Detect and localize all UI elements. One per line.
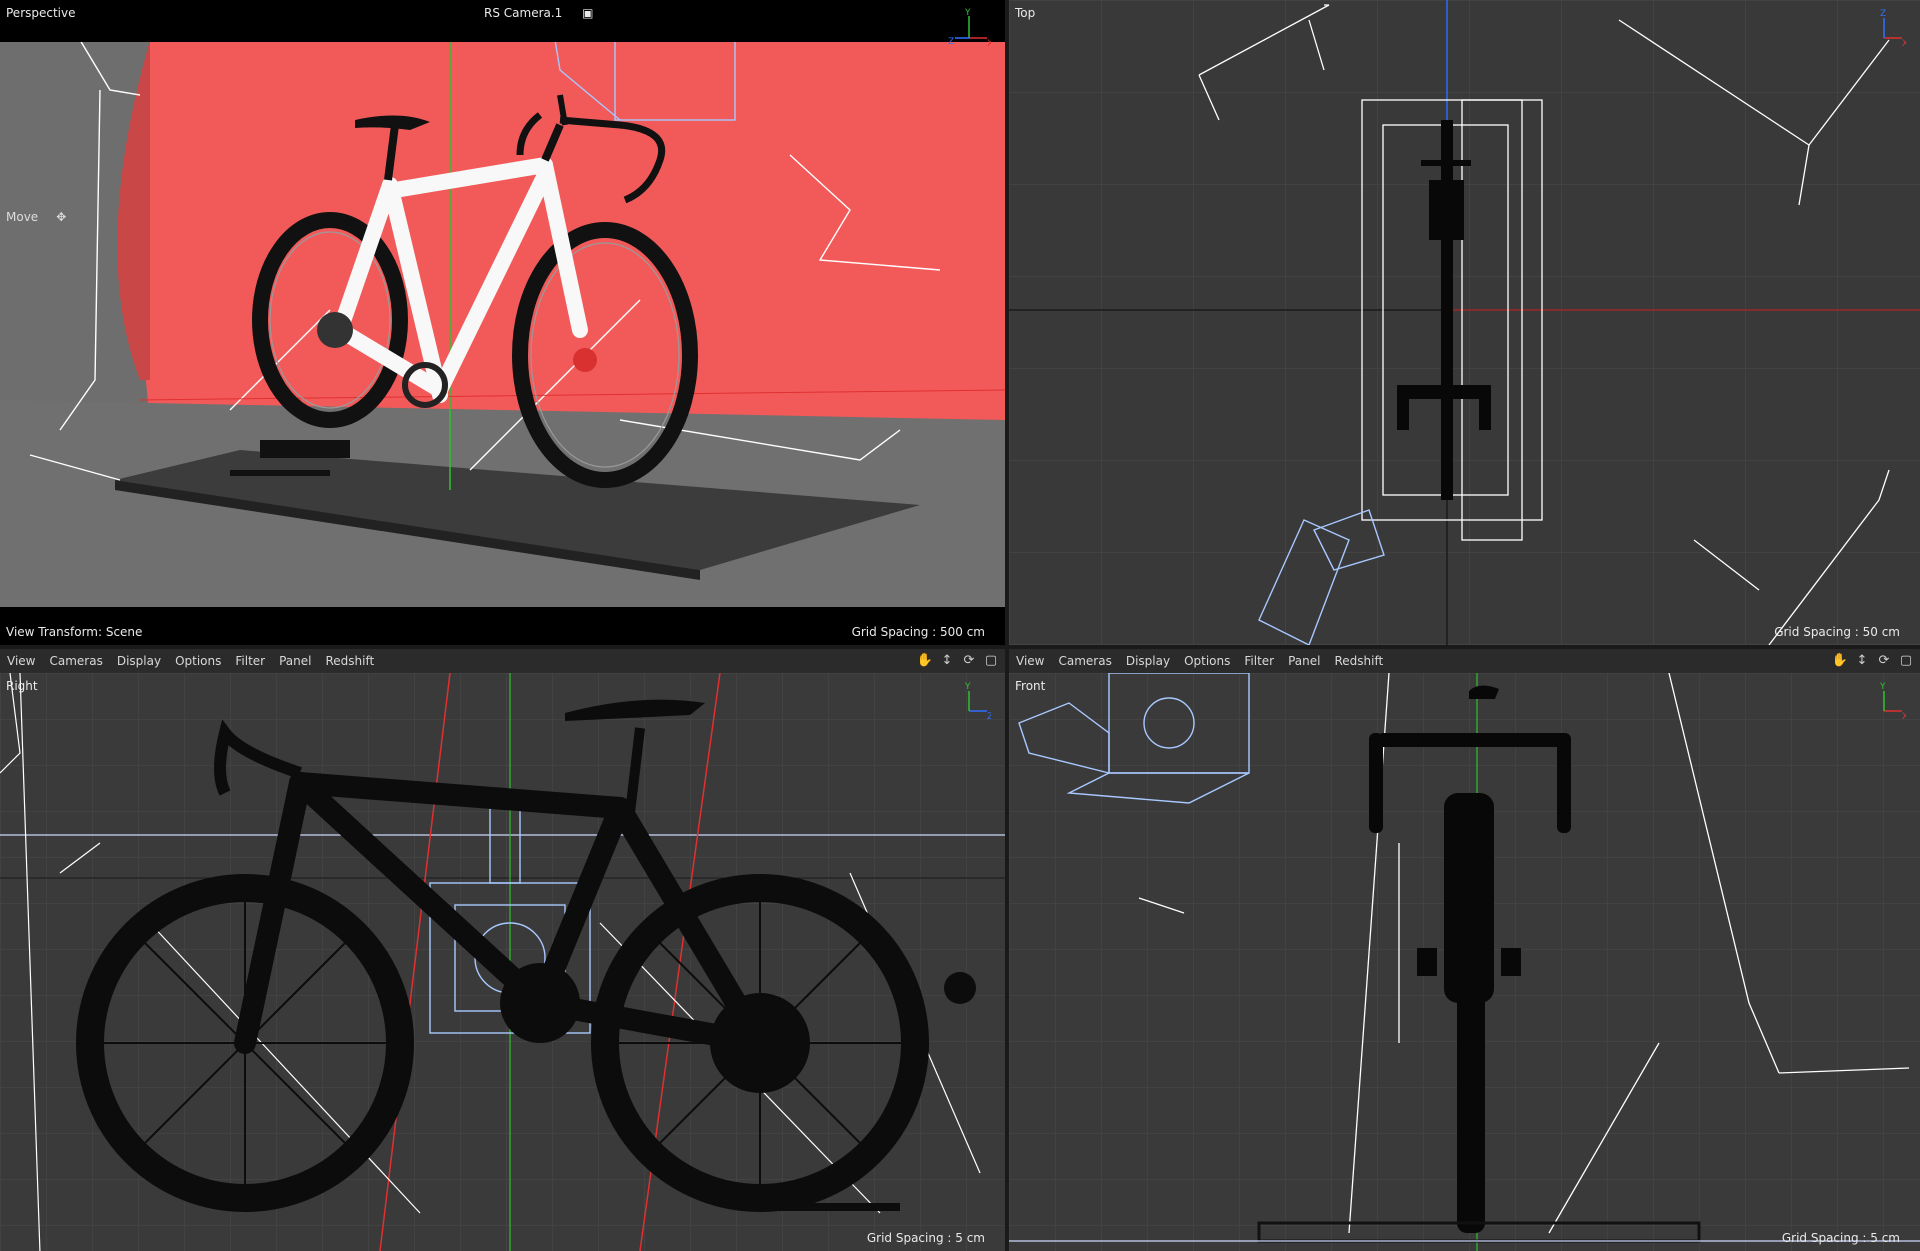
viewport-menubar: View Cameras Display Options Filter Pane…: [0, 649, 1005, 673]
move-arrows-icon[interactable]: ↕: [939, 652, 955, 668]
menu-view[interactable]: View: [0, 654, 42, 668]
menu-display[interactable]: Display: [110, 654, 168, 668]
axis-x-label: X: [1902, 712, 1906, 719]
axis-gizmo: X Z: [1880, 9, 1906, 46]
right-scene: [0, 673, 1005, 1251]
front-scene: [1009, 673, 1920, 1251]
menu-panel[interactable]: Panel: [1281, 654, 1327, 668]
right-viewport[interactable]: View Cameras Display Options Filter Pane…: [0, 649, 1005, 1251]
grid-spacing-label: Grid Spacing : 5 cm: [1781, 1231, 1900, 1245]
viewport-title[interactable]: Right: [6, 679, 38, 693]
viewport-title[interactable]: Top: [1015, 6, 1035, 20]
axis-z-label: Z: [1880, 9, 1886, 19]
axis-x-label: X: [1902, 39, 1906, 46]
menu-redshift[interactable]: Redshift: [318, 654, 381, 668]
grid-spacing-label: Grid Spacing : 5 cm: [866, 1231, 985, 1245]
axis-gizmo: X Y Z: [948, 8, 991, 46]
maximize-icon[interactable]: ▢: [1898, 652, 1914, 668]
rotate-icon[interactable]: ⟳: [1876, 652, 1892, 668]
menu-filter[interactable]: Filter: [228, 654, 272, 668]
menu-display[interactable]: Display: [1119, 654, 1177, 668]
viewport-divider-horizontal[interactable]: [0, 645, 1920, 649]
viewport-title[interactable]: Front: [1015, 679, 1045, 693]
axis-gizmo: Z Y: [964, 682, 991, 719]
menu-filter[interactable]: Filter: [1237, 654, 1281, 668]
move-tool-label[interactable]: Move ✥: [6, 210, 66, 224]
viewport-menubar: View Cameras Display Options Filter Pane…: [1009, 649, 1920, 673]
maximize-icon[interactable]: ▢: [983, 652, 999, 668]
grid-spacing-label: Grid Spacing : 500 cm: [851, 625, 985, 639]
grid-spacing-label: Grid Spacing : 50 cm: [1774, 625, 1900, 639]
tool-name: Move: [6, 210, 39, 224]
axis-z-label: Z: [948, 37, 954, 46]
axis-z-label: Z: [987, 712, 991, 719]
menu-redshift[interactable]: Redshift: [1327, 654, 1390, 668]
axis-y-label: Y: [1879, 682, 1886, 692]
view-transform-label: View Transform: Scene: [6, 625, 143, 639]
menu-panel[interactable]: Panel: [272, 654, 318, 668]
front-viewport[interactable]: View Cameras Display Options Filter Pane…: [1009, 649, 1920, 1251]
perspective-scene: [0, 19, 1005, 610]
menu-options[interactable]: Options: [168, 654, 228, 668]
viewport-divider-vertical[interactable]: [1005, 0, 1009, 1251]
axis-gizmo: X Y: [1879, 682, 1906, 719]
hand-pan-icon[interactable]: ✋: [917, 652, 933, 668]
viewport-title[interactable]: Perspective: [6, 6, 76, 20]
move-crosshair-icon: ✥: [56, 210, 67, 224]
menu-cameras[interactable]: Cameras: [42, 654, 109, 668]
rotate-icon[interactable]: ⟳: [961, 652, 977, 668]
menu-view[interactable]: View: [1009, 654, 1051, 668]
active-camera-label[interactable]: RS Camera.1 ▣: [484, 6, 593, 20]
menu-cameras[interactable]: Cameras: [1051, 654, 1118, 668]
camera-icon[interactable]: ▣: [582, 6, 593, 20]
axis-x-label: X: [987, 39, 991, 46]
front-view-canvas[interactable]: Front X Y Grid Spacing : 5 cm: [1009, 673, 1920, 1251]
camera-name: RS Camera.1: [484, 6, 563, 20]
menu-options[interactable]: Options: [1177, 654, 1237, 668]
axis-y-label: Y: [964, 8, 971, 18]
top-scene: [1009, 0, 1920, 645]
top-viewport[interactable]: Top X Z Grid Spacing : 50 cm: [1009, 0, 1920, 645]
perspective-viewport[interactable]: Perspective RS Camera.1 ▣ Move ✥ X Y Z V…: [0, 0, 1005, 645]
axis-y-label: Y: [964, 682, 971, 692]
move-arrows-icon[interactable]: ↕: [1854, 652, 1870, 668]
hand-pan-icon[interactable]: ✋: [1832, 652, 1848, 668]
right-view-canvas[interactable]: Right Z Y Grid Spacing : 5 cm: [0, 673, 1005, 1251]
